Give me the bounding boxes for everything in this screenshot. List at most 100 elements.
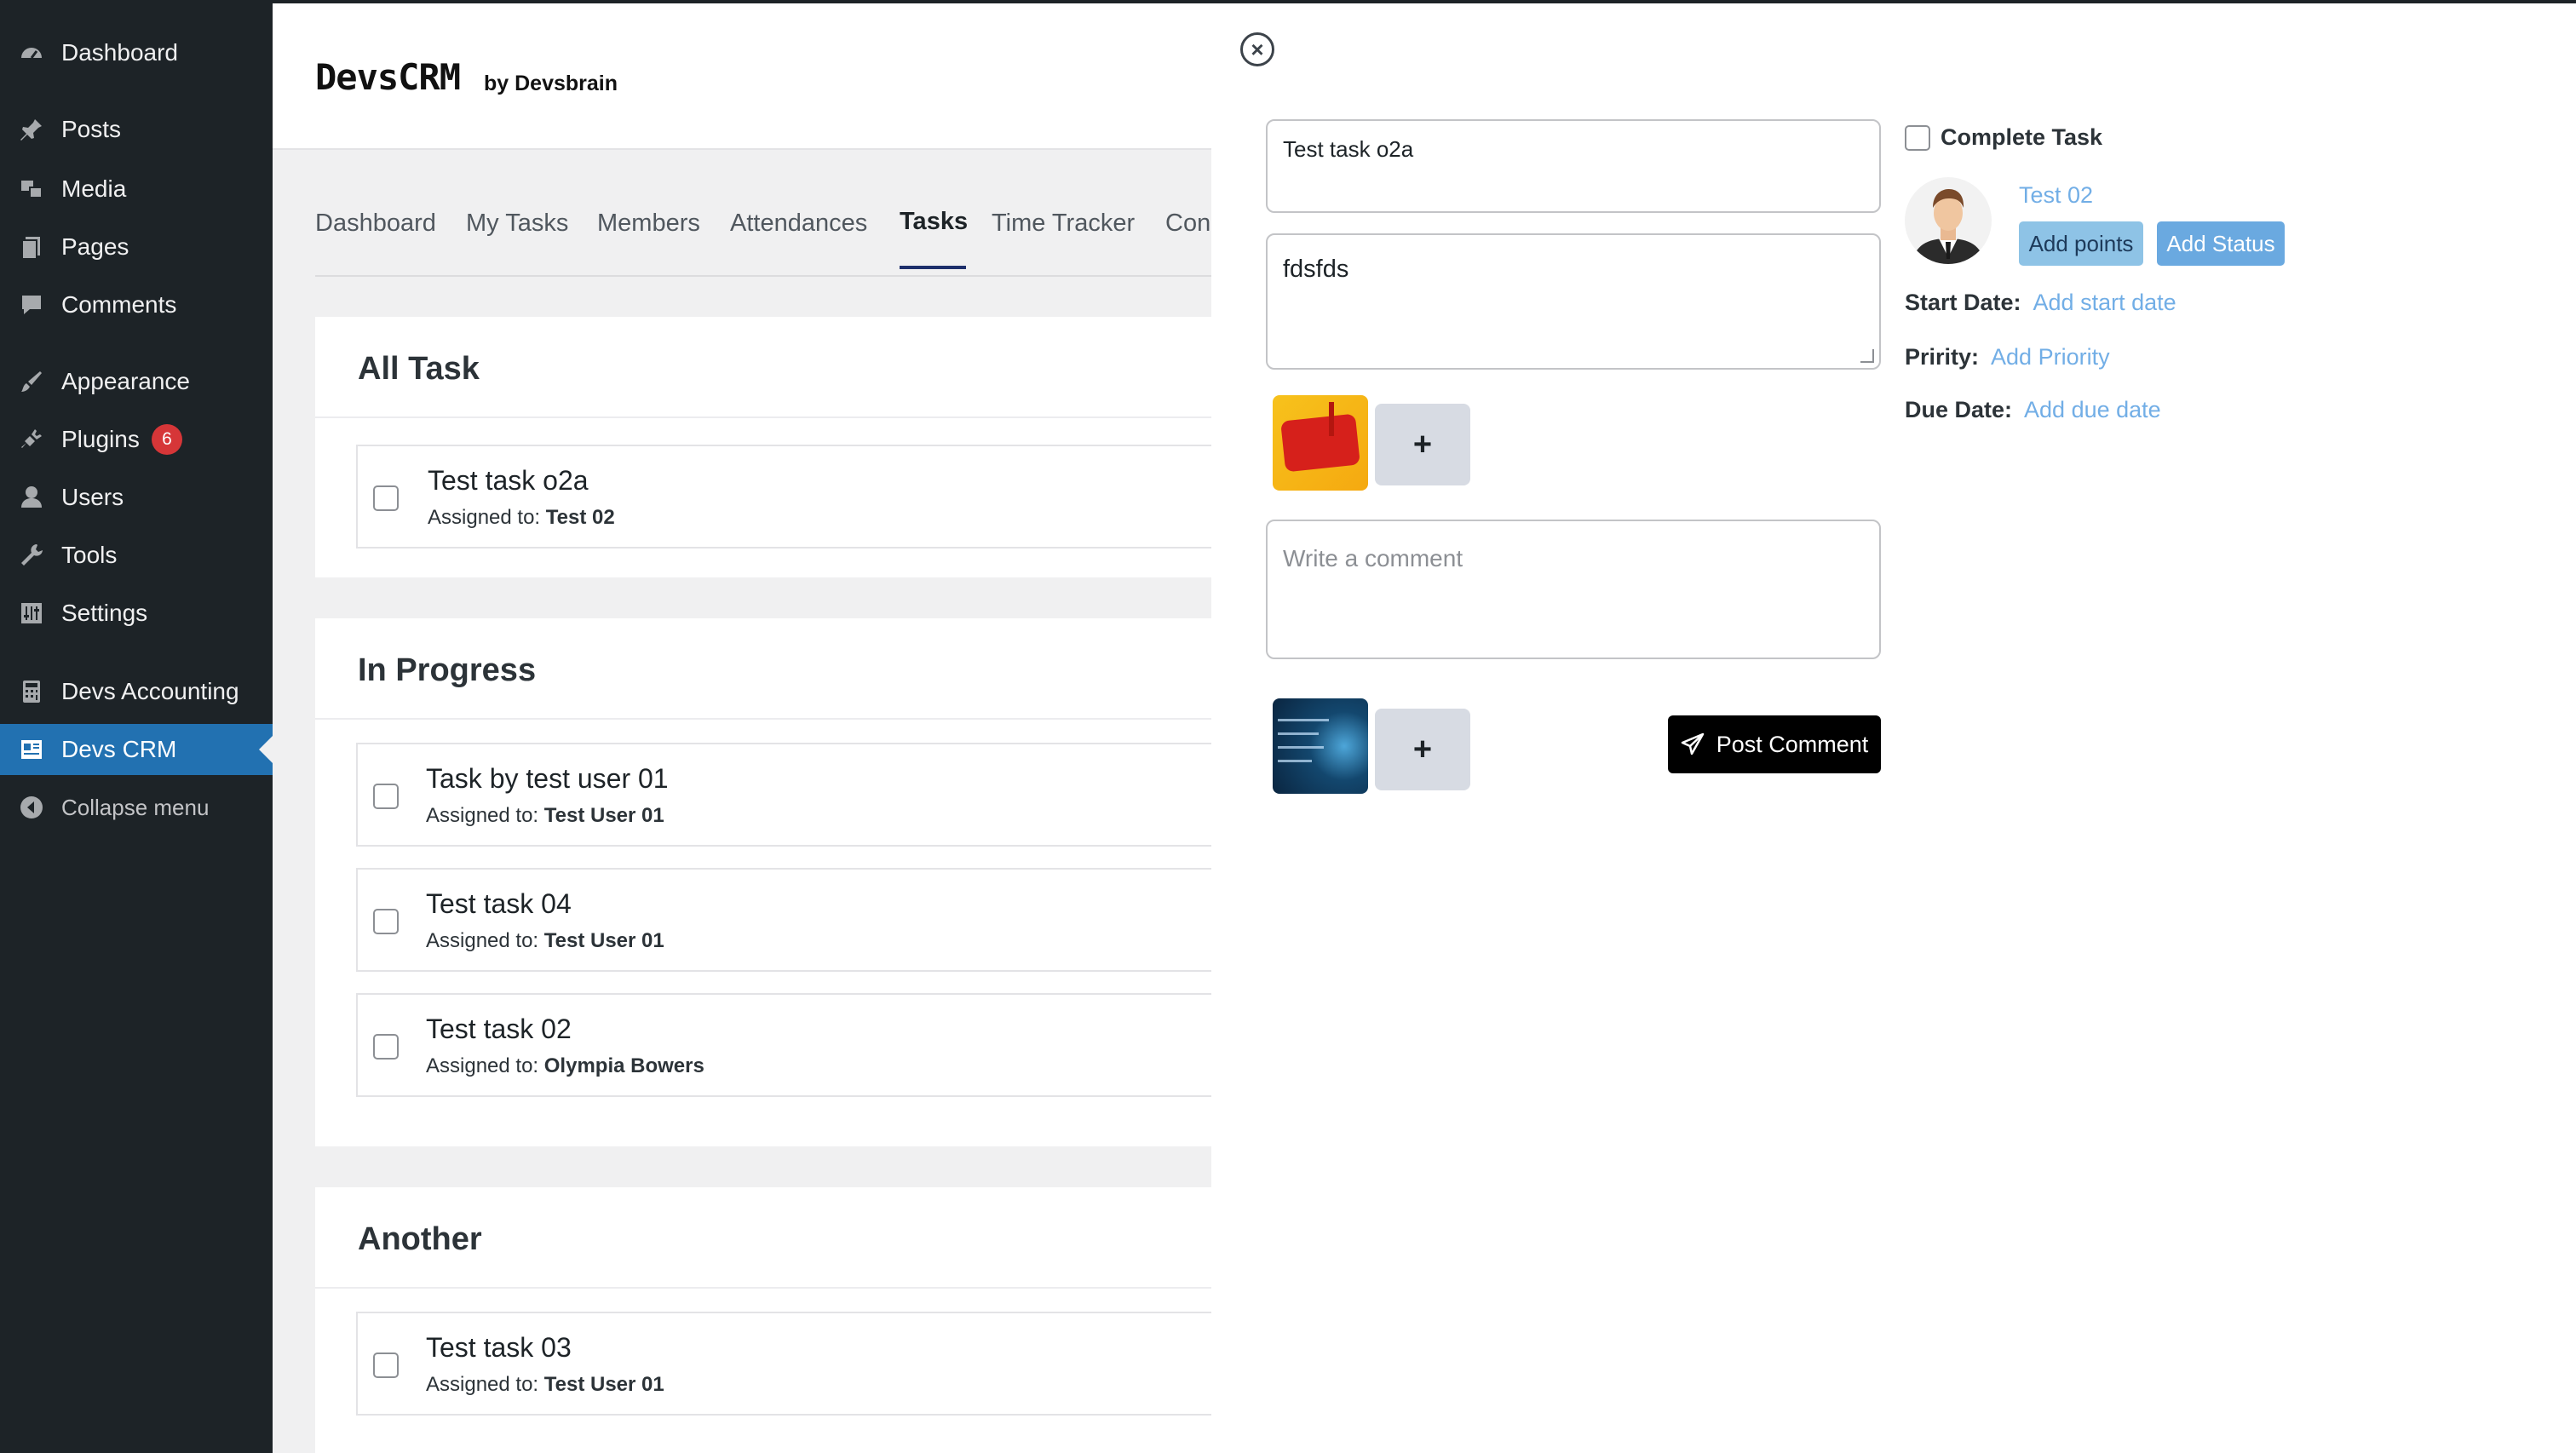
- media-icon: [17, 175, 46, 204]
- tab-attendances[interactable]: Attendances: [730, 210, 867, 238]
- task-assignment: Assigned to: Test 02: [428, 506, 615, 530]
- section-title: All Task: [358, 351, 480, 387]
- task-title: Test task 04: [426, 888, 572, 919]
- tab-members[interactable]: Members: [597, 210, 700, 238]
- attachment-thumbnail[interactable]: [1273, 395, 1368, 491]
- close-panel-button[interactable]: ×: [1240, 32, 1274, 66]
- assigned-label: Assigned to:: [426, 804, 539, 827]
- task-checkbox[interactable]: [373, 909, 399, 934]
- complete-task-toggle[interactable]: Complete Task: [1905, 124, 2102, 151]
- post-comment-label: Post Comment: [1716, 731, 1869, 757]
- section-title: In Progress: [358, 652, 537, 688]
- users-icon: [17, 483, 46, 512]
- task-section-in-progress: In Progress Task by test user 01 Assigne…: [315, 618, 1211, 1146]
- sidebar-item-devs-accounting[interactable]: Devs Accounting: [0, 666, 273, 717]
- task-card[interactable]: Test task 02 Assigned to: Olympia Bowers: [356, 993, 1211, 1097]
- tab-my-tasks[interactable]: My Tasks: [466, 210, 568, 238]
- assigned-label: Assigned to:: [426, 1054, 539, 1077]
- plugin-icon: [17, 425, 46, 454]
- sidebar-item-label: Collapse menu: [61, 794, 210, 820]
- tab-time-tracker[interactable]: Time Tracker: [992, 210, 1135, 238]
- post-comment-button[interactable]: Post Comment: [1668, 715, 1881, 773]
- task-title: Test task 03: [426, 1332, 572, 1363]
- add-start-date-link[interactable]: Add start date: [2033, 290, 2176, 315]
- start-date-row: Start Date: Add start date: [1905, 290, 2176, 316]
- sidebar-item-label: Tools: [61, 542, 118, 568]
- sidebar-item-label: Plugins: [61, 426, 140, 452]
- add-status-button[interactable]: Add Status: [2157, 221, 2285, 266]
- task-checkbox[interactable]: [373, 485, 399, 511]
- sidebar-item-settings[interactable]: Settings: [0, 588, 273, 639]
- complete-task-checkbox[interactable]: [1905, 124, 1930, 151]
- sidebar-item-media[interactable]: Media: [0, 164, 273, 215]
- brand-logo: DevsCRM: [315, 56, 461, 98]
- comment-input[interactable]: Write a comment: [1266, 520, 1881, 659]
- settings-icon: [17, 599, 46, 628]
- sidebar-item-pages[interactable]: Pages: [0, 221, 273, 273]
- task-card[interactable]: Test task o2a Assigned to: Test 02: [356, 445, 1211, 548]
- comments-icon: [17, 290, 46, 319]
- add-comment-attachment-button[interactable]: +: [1375, 709, 1470, 790]
- thumbnail-art: [1278, 732, 1319, 735]
- resize-handle[interactable]: [1860, 349, 1874, 363]
- due-date-row: Due Date: Add due date: [1905, 397, 2161, 423]
- add-points-button[interactable]: Add points: [2019, 221, 2143, 266]
- task-assignment: Assigned to: Olympia Bowers: [426, 1054, 704, 1078]
- thumbnail-art: [1278, 746, 1324, 749]
- collapse-menu-button[interactable]: Collapse menu: [0, 782, 273, 833]
- sidebar-item-tools[interactable]: Tools: [0, 530, 273, 581]
- sidebar-item-users[interactable]: Users: [0, 472, 273, 523]
- task-section-another: Another Test task 03 Assigned to: Test U…: [315, 1187, 1211, 1453]
- priority-label: Pririty:: [1905, 344, 1980, 370]
- sidebar-item-devs-crm[interactable]: Devs CRM: [0, 724, 273, 775]
- tab-con[interactable]: Con: [1165, 210, 1210, 238]
- task-description-textarea[interactable]: fdsfds: [1266, 233, 1881, 370]
- sidebar-item-comments[interactable]: Comments: [0, 279, 273, 330]
- wrench-icon: [17, 541, 46, 570]
- add-attachment-button[interactable]: +: [1375, 404, 1470, 485]
- task-card[interactable]: Task by test user 01 Assigned to: Test U…: [356, 743, 1211, 847]
- task-title-input[interactable]: Test task o2a: [1266, 119, 1881, 213]
- complete-task-label: Complete Task: [1941, 124, 2103, 150]
- tab-tasks[interactable]: Tasks: [900, 208, 968, 236]
- add-due-date-link[interactable]: Add due date: [2024, 397, 2161, 422]
- task-card[interactable]: Test task 04 Assigned to: Test User 01: [356, 868, 1211, 972]
- assignee-link[interactable]: Test 02: [2019, 182, 2093, 209]
- section-divider: [315, 1287, 1211, 1289]
- section-divider: [315, 718, 1211, 720]
- collapse-icon: [17, 793, 46, 822]
- assignee-name: Test User 01: [543, 929, 664, 952]
- sidebar-item-plugins[interactable]: Plugins 6: [0, 414, 273, 465]
- sidebar-item-dashboard[interactable]: Dashboard: [0, 27, 273, 78]
- sidebar-item-label: Pages: [61, 233, 129, 260]
- due-date-label: Due Date:: [1905, 397, 2013, 422]
- sidebar-item-label: Comments: [61, 291, 177, 318]
- thumbnail-art: [1278, 760, 1312, 762]
- section-title: Another: [358, 1221, 482, 1257]
- attachment-image-art: [1329, 402, 1334, 436]
- task-checkbox[interactable]: [373, 1352, 399, 1378]
- sidebar-item-label: Devs CRM: [61, 736, 177, 762]
- add-priority-link[interactable]: Add Priority: [1991, 344, 2110, 370]
- task-title: Task by test user 01: [426, 763, 669, 794]
- section-divider: [315, 416, 1211, 418]
- task-checkbox[interactable]: [373, 1034, 399, 1060]
- assigned-label: Assigned to:: [428, 506, 541, 529]
- pages-icon: [17, 233, 46, 261]
- tab-bar: Dashboard My Tasks Members Attendances T…: [273, 150, 1211, 278]
- task-checkbox[interactable]: [373, 784, 399, 809]
- task-assignment: Assigned to: Test User 01: [426, 804, 664, 828]
- plugin-update-count-badge: 6: [152, 424, 182, 455]
- task-assignment: Assigned to: Test User 01: [426, 1373, 664, 1397]
- assignee-name: Test User 01: [543, 804, 664, 827]
- attachment-image-art: [1280, 413, 1360, 473]
- sidebar-item-posts[interactable]: Posts: [0, 104, 273, 155]
- comment-attachment-thumbnail[interactable]: [1273, 698, 1368, 794]
- task-assignment: Assigned to: Test User 01: [426, 929, 664, 953]
- task-card[interactable]: Test task 03 Assigned to: Test User 01: [356, 1312, 1211, 1416]
- sidebar-item-label: Users: [61, 484, 124, 510]
- assignee-name: Test User 01: [543, 1373, 664, 1396]
- sidebar-item-appearance[interactable]: Appearance: [0, 356, 273, 407]
- task-section-all: All Task Test task o2a Assigned to: Test…: [315, 317, 1211, 577]
- tab-dashboard[interactable]: Dashboard: [315, 210, 436, 238]
